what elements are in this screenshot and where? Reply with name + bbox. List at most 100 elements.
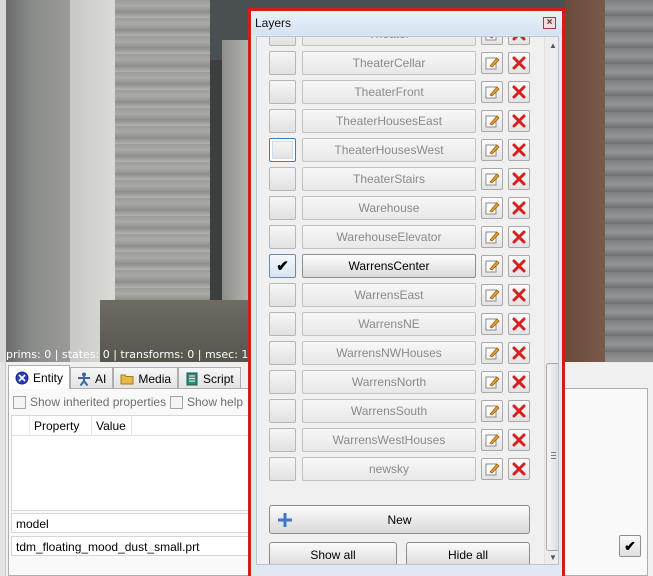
ai-icon <box>78 372 91 386</box>
layers-titlebar[interactable]: Layers × <box>251 11 562 35</box>
layer-name-button[interactable]: newsky <box>302 457 476 481</box>
delete-layer-button[interactable] <box>508 52 530 74</box>
layer-name-button[interactable]: Theater <box>302 37 476 46</box>
edit-layer-button[interactable] <box>481 110 503 132</box>
delete-layer-button[interactable] <box>508 197 530 219</box>
edit-icon <box>485 318 500 331</box>
edit-layer-button[interactable] <box>481 226 503 248</box>
layer-visibility-checkbox[interactable] <box>269 37 296 46</box>
layer-visibility-checkbox[interactable] <box>269 283 296 307</box>
layer-row: TheaterHousesEast <box>257 108 543 134</box>
layer-name-button[interactable]: WarrensWestHouses <box>302 428 476 452</box>
layer-name-button[interactable]: WarrensNorth <box>302 370 476 394</box>
column-header-value[interactable]: Value <box>92 416 132 435</box>
layer-visibility-checkbox[interactable] <box>269 399 296 423</box>
layer-name-button[interactable]: WarrensNWHouses <box>302 341 476 365</box>
tab-media[interactable]: Media <box>113 367 179 389</box>
close-button[interactable]: × <box>543 17 556 29</box>
show-inherited-checkbox[interactable] <box>13 395 26 409</box>
layer-visibility-checkbox[interactable] <box>269 80 296 104</box>
delete-icon <box>512 404 526 418</box>
tab-label: Media <box>138 371 172 386</box>
delete-icon <box>512 230 526 244</box>
delete-layer-button[interactable] <box>508 37 530 45</box>
apply-value-button[interactable]: ✔ <box>619 535 641 557</box>
layer-visibility-checkbox[interactable] <box>269 457 296 481</box>
edit-layer-button[interactable] <box>481 429 503 451</box>
layer-visibility-checkbox[interactable] <box>269 51 296 75</box>
edit-layer-button[interactable] <box>481 139 503 161</box>
delete-layer-button[interactable] <box>508 110 530 132</box>
layer-visibility-checkbox[interactable]: ✔ <box>269 254 296 278</box>
layer-name-button[interactable]: TheaterHousesEast <box>302 109 476 133</box>
tab-script[interactable]: Script <box>178 367 241 389</box>
layers-scrollbar[interactable]: ▲ ▼ <box>544 37 558 564</box>
delete-layer-button[interactable] <box>508 255 530 277</box>
delete-layer-button[interactable] <box>508 429 530 451</box>
column-header-property[interactable]: Property <box>30 416 92 435</box>
property-table[interactable]: Property Value <box>11 415 249 511</box>
delete-layer-button[interactable] <box>508 342 530 364</box>
layer-visibility-checkbox[interactable] <box>269 109 296 133</box>
edit-layer-button[interactable] <box>481 342 503 364</box>
layer-name-button[interactable]: TheaterFront <box>302 80 476 104</box>
tab-ai[interactable]: AI <box>70 367 114 389</box>
edit-layer-button[interactable] <box>481 371 503 393</box>
edit-layer-button[interactable] <box>481 168 503 190</box>
layer-visibility-checkbox[interactable] <box>269 167 296 191</box>
show-inherited-option[interactable]: Show inherited properties <box>13 395 166 409</box>
edit-layer-button[interactable] <box>481 458 503 480</box>
edit-layer-button[interactable] <box>481 197 503 219</box>
layer-name-button[interactable]: WarrensSouth <box>302 399 476 423</box>
delete-layer-button[interactable] <box>508 284 530 306</box>
layer-visibility-checkbox[interactable] <box>269 312 296 336</box>
edit-layer-button[interactable] <box>481 52 503 74</box>
scroll-down-icon[interactable]: ▼ <box>548 553 558 563</box>
delete-layer-button[interactable] <box>508 168 530 190</box>
render-stats: prims: 0 | states: 0 | transforms: 0 | m… <box>6 348 256 361</box>
layer-row: WarrensSouth <box>257 398 543 424</box>
scroll-up-icon[interactable]: ▲ <box>548 41 558 51</box>
layer-name-button[interactable]: WarrensEast <box>302 283 476 307</box>
edit-icon <box>485 115 500 128</box>
edit-layer-button[interactable] <box>481 400 503 422</box>
delete-layer-button[interactable] <box>508 226 530 248</box>
tab-label: Script <box>203 371 234 386</box>
layer-name-button[interactable]: Warehouse <box>302 196 476 220</box>
layer-visibility-checkbox[interactable] <box>269 138 296 162</box>
layer-name-button[interactable]: TheaterCellar <box>302 51 476 75</box>
delete-layer-button[interactable] <box>508 139 530 161</box>
new-layer-button[interactable]: New <box>269 505 530 534</box>
layer-visibility-checkbox[interactable] <box>269 341 296 365</box>
layer-list: Theater TheaterCellar TheaterFront Theater… <box>257 37 543 492</box>
delete-layer-button[interactable] <box>508 400 530 422</box>
layer-name-button[interactable]: WarehouseElevator <box>302 225 476 249</box>
hide-all-button[interactable]: Hide all <box>406 542 530 564</box>
show-help-checkbox[interactable] <box>170 395 183 409</box>
delete-icon <box>512 143 526 157</box>
layer-name-button[interactable]: WarrensCenter <box>302 254 476 278</box>
delete-layer-button[interactable] <box>508 458 530 480</box>
tab-entity[interactable]: Entity <box>8 365 71 389</box>
edit-layer-button[interactable] <box>481 284 503 306</box>
layer-visibility-checkbox[interactable] <box>269 196 296 220</box>
edit-layer-button[interactable] <box>481 37 503 45</box>
delete-layer-button[interactable] <box>508 81 530 103</box>
show-help-option[interactable]: Show help <box>170 395 243 409</box>
edit-layer-button[interactable] <box>481 313 503 335</box>
edit-layer-button[interactable] <box>481 255 503 277</box>
show-all-button[interactable]: Show all <box>269 542 397 564</box>
delete-layer-button[interactable] <box>508 313 530 335</box>
layer-name-button[interactable]: WarrensNE <box>302 312 476 336</box>
layer-visibility-checkbox[interactable] <box>269 428 296 452</box>
edit-layer-button[interactable] <box>481 81 503 103</box>
script-icon <box>186 372 198 385</box>
scrollbar-thumb[interactable] <box>546 363 558 551</box>
layer-visibility-checkbox[interactable] <box>269 225 296 249</box>
delete-layer-button[interactable] <box>508 371 530 393</box>
layer-visibility-checkbox[interactable] <box>269 370 296 394</box>
layer-name-button[interactable]: TheaterHousesWest <box>302 138 476 162</box>
value-field[interactable]: tdm_floating_mood_dust_small.prt <box>11 536 249 556</box>
key-field[interactable]: model <box>11 513 249 533</box>
layer-name-button[interactable]: TheaterStairs <box>302 167 476 191</box>
